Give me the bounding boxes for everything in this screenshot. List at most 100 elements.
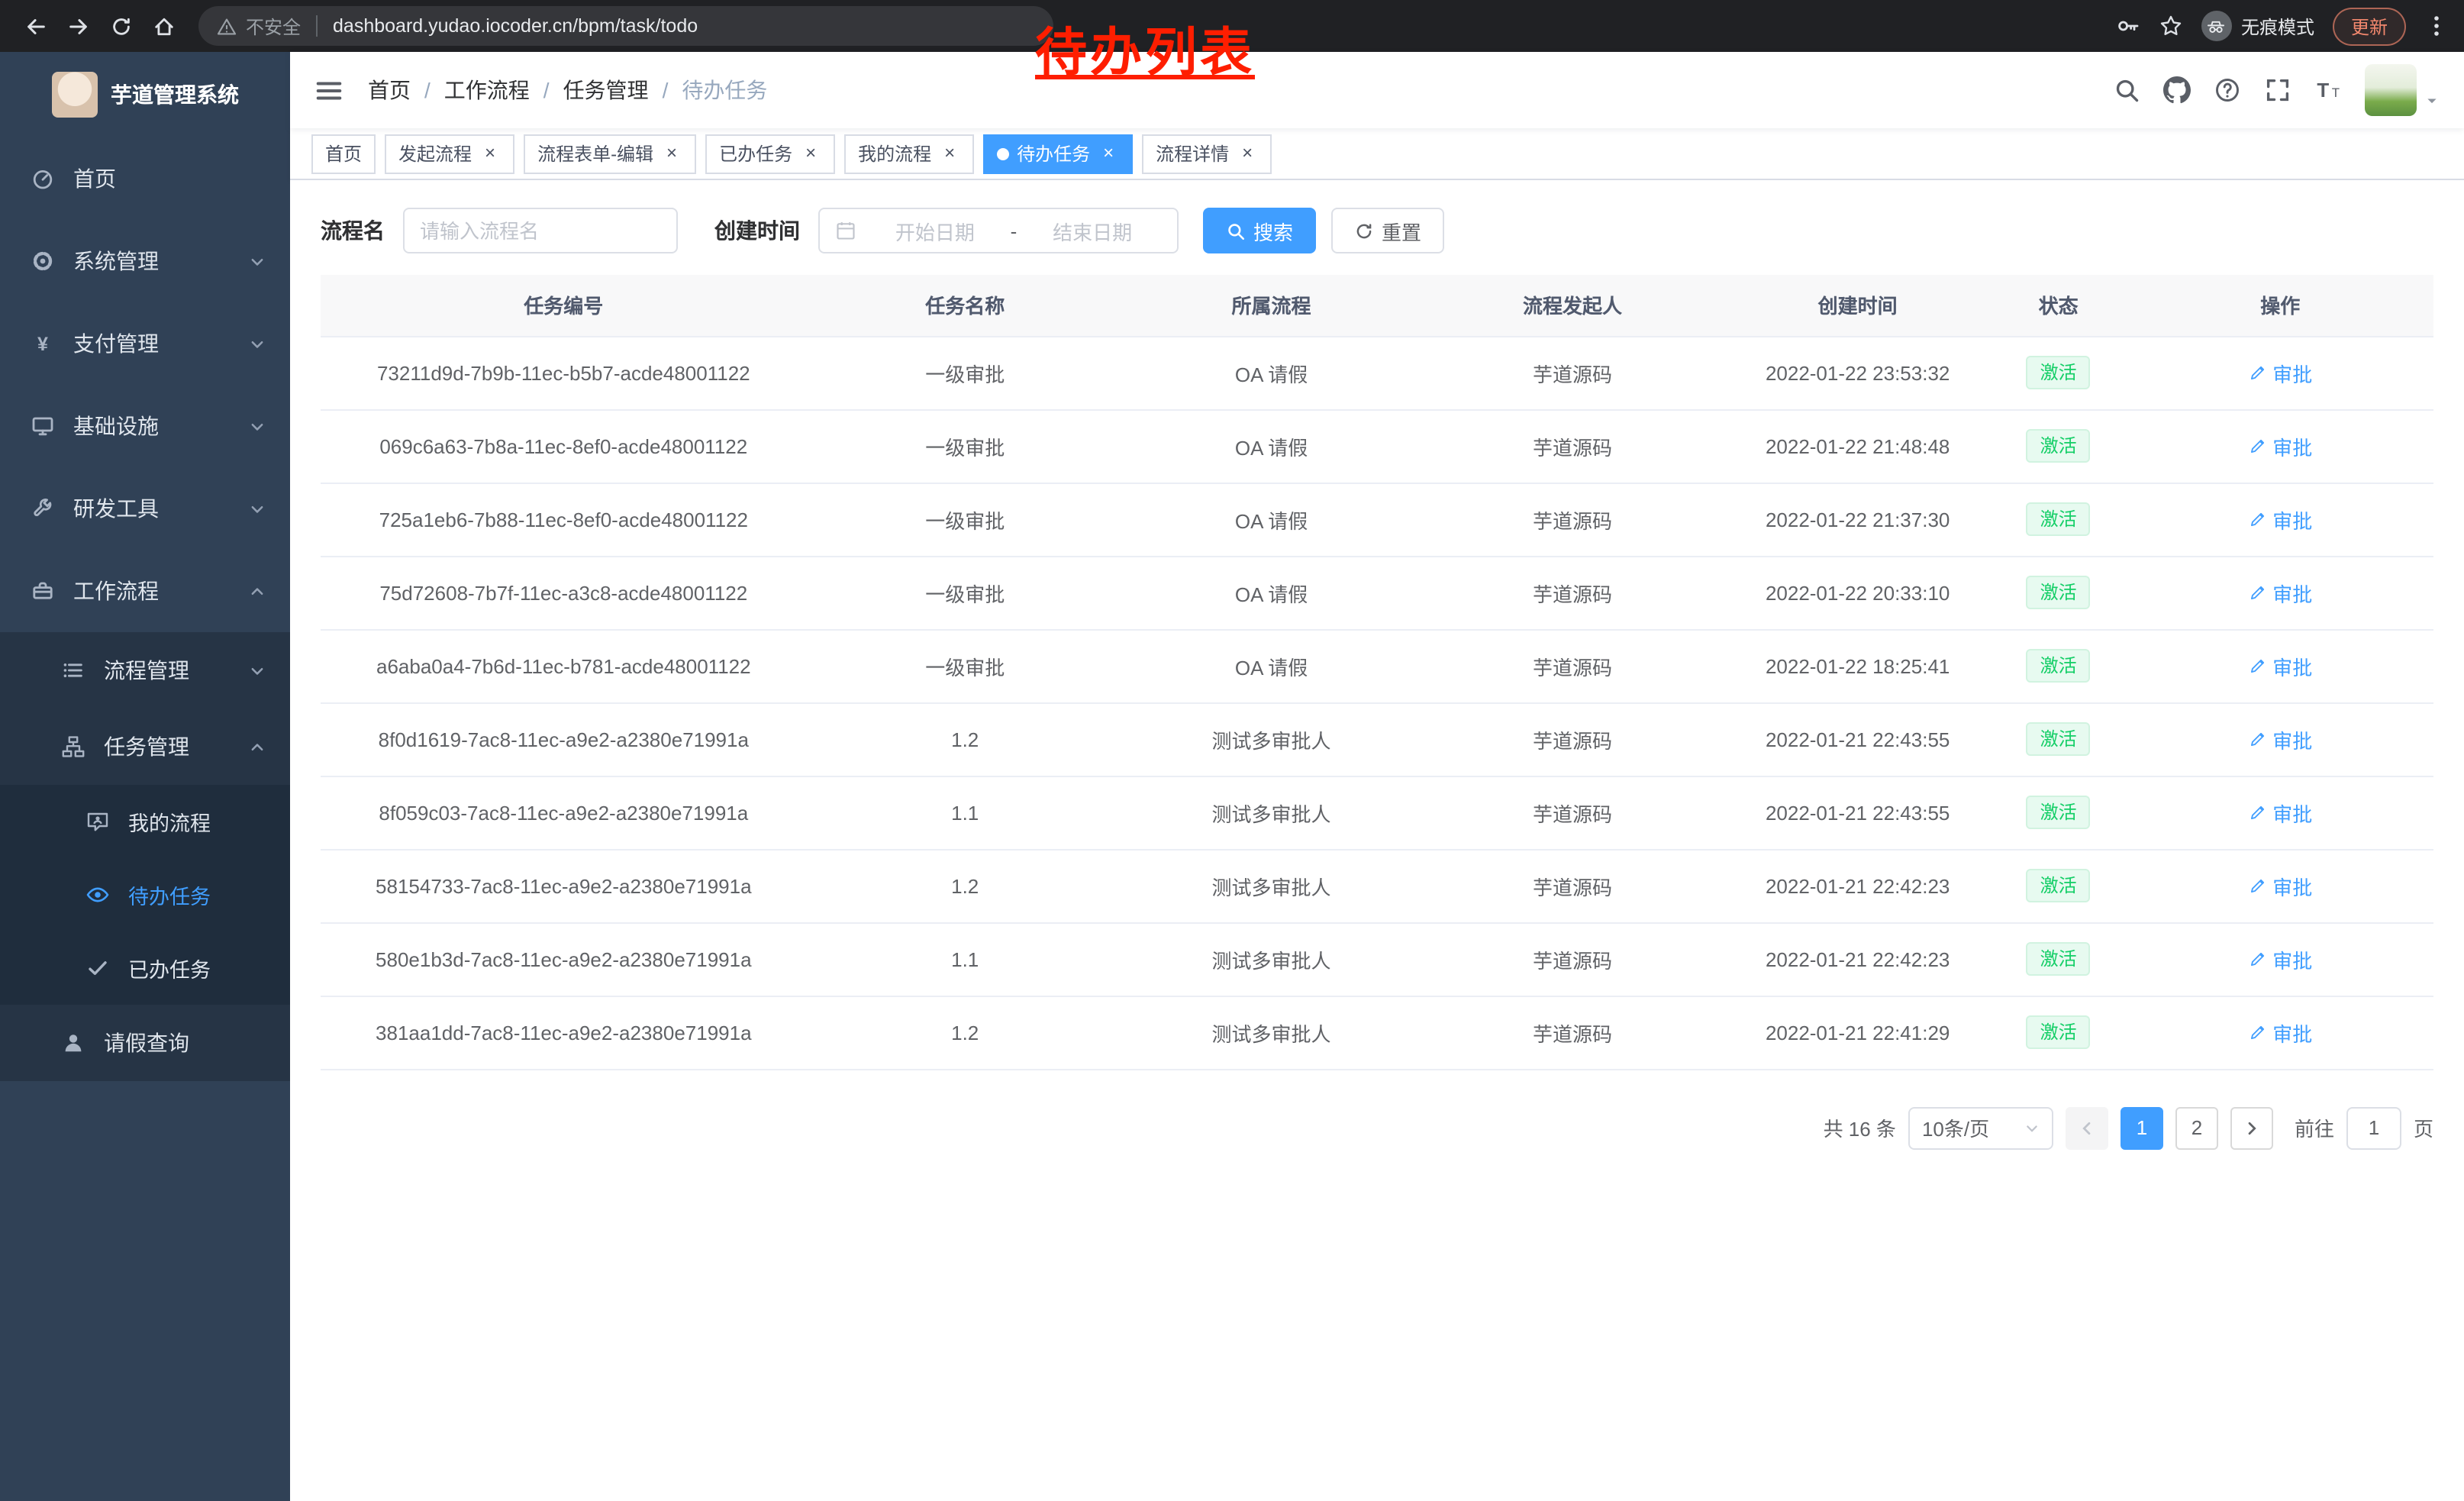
check-icon (85, 956, 110, 980)
approve-link[interactable]: 审批 (2248, 798, 2312, 827)
sidebar-item-workflow[interactable]: 工作流程 (0, 550, 290, 632)
sidebar-item-done-task[interactable]: 已办任务 (0, 931, 290, 1005)
hamburger-button[interactable] (314, 76, 343, 105)
breadcrumb-item-task-management[interactable]: 任务管理 (563, 75, 649, 105)
approve-label: 审批 (2272, 944, 2312, 973)
approve-link[interactable]: 审批 (2248, 871, 2312, 900)
close-icon[interactable]: × (479, 143, 501, 164)
search-button[interactable]: 搜索 (1203, 208, 1316, 253)
approve-link[interactable]: 审批 (2248, 578, 2312, 607)
chevron-down-icon (249, 335, 266, 352)
page-suffix-label: 页 (2414, 1113, 2433, 1142)
approve-link[interactable]: 审批 (2248, 505, 2312, 534)
top-navbar: 首页 / 工作流程 / 任务管理 / 待办任务 (290, 52, 2464, 128)
process-name-input[interactable] (403, 208, 678, 253)
page-size-value: 10条/页 (1922, 1113, 1989, 1142)
cell-initiator: 芋道源码 (1419, 849, 1725, 922)
cell-created: 2022-01-21 22:43:55 (1726, 776, 1990, 849)
table-row: a6aba0a4-7b6d-11ec-b781-acde48001122一级审批… (321, 629, 2433, 702)
cell-action: 审批 (2127, 996, 2433, 1069)
key-icon[interactable] (2116, 14, 2140, 38)
gear-icon (31, 249, 55, 273)
sidebar-item-todo-task[interactable]: 待办任务 (0, 858, 290, 931)
reset-button[interactable]: 重置 (1331, 208, 1444, 253)
close-icon[interactable]: × (661, 143, 682, 164)
edit-icon (2248, 876, 2266, 895)
date-range-picker[interactable]: 开始日期 - 结束日期 (818, 208, 1179, 253)
tab-start-process[interactable]: 发起流程× (385, 134, 514, 173)
page-number-button[interactable]: 1 (2121, 1106, 2163, 1149)
fullscreen-icon[interactable] (2264, 76, 2291, 104)
close-icon[interactable]: × (1098, 143, 1119, 164)
sidebar-item-task-management[interactable]: 任务管理 (0, 709, 290, 785)
refresh-button[interactable] (101, 6, 140, 46)
app-shell: 芋道管理系统 首页系统管理¥支付管理基础设施研发工具工作流程流程管理任务管理我的… (0, 52, 2464, 1501)
help-icon[interactable] (2214, 76, 2241, 104)
github-icon[interactable] (2163, 76, 2191, 104)
edit-icon (2248, 803, 2266, 822)
approve-link[interactable]: 审批 (2248, 725, 2312, 754)
cell-status: 激活 (1990, 556, 2127, 629)
approve-link[interactable]: 审批 (2248, 358, 2312, 387)
update-button[interactable]: 更新 (2333, 7, 2406, 45)
close-icon[interactable]: × (1237, 143, 1258, 164)
sidebar-item-payment[interactable]: ¥支付管理 (0, 302, 290, 385)
sidebar-item-my-process[interactable]: 我的流程 (0, 785, 290, 858)
page-number-button[interactable]: 2 (2175, 1106, 2218, 1149)
font-size-icon[interactable]: TT (2314, 76, 2342, 104)
incognito-badge: 无痕模式 (2201, 11, 2314, 41)
forward-button[interactable] (58, 6, 98, 46)
chrome-right-controls: 无痕模式 更新 (2116, 7, 2449, 45)
security-badge[interactable]: 不安全 (246, 13, 301, 39)
app-logo-row[interactable]: 芋道管理系统 (0, 52, 290, 137)
next-page-button[interactable] (2230, 1106, 2273, 1149)
breadcrumb-item-home[interactable]: 首页 (368, 75, 411, 105)
cell-task-id: 8f059c03-7ac8-11ec-a9e2-a2380e71991a (321, 776, 807, 849)
tab-done-task[interactable]: 已办任务× (705, 134, 835, 173)
cell-action: 审批 (2127, 702, 2433, 776)
sidebar-item-dev-tools[interactable]: 研发工具 (0, 467, 290, 550)
tab-todo-task[interactable]: 待办任务× (983, 134, 1133, 173)
sidebar-item-leave-query[interactable]: 请假查询 (0, 1005, 290, 1081)
column-header: 任务编号 (321, 275, 807, 336)
approve-link[interactable]: 审批 (2248, 651, 2312, 680)
tab-my-process[interactable]: 我的流程× (844, 134, 974, 173)
prev-page-button[interactable] (2066, 1106, 2108, 1149)
end-date-input[interactable]: 结束日期 (1023, 216, 1162, 245)
sidebar-item-process-management[interactable]: 流程管理 (0, 632, 290, 709)
table-row: 58154733-7ac8-11ec-a9e2-a2380e71991a1.2测… (321, 849, 2433, 922)
close-icon[interactable]: × (800, 143, 821, 164)
tab-form-edit[interactable]: 流程表单-编辑× (524, 134, 696, 173)
url-bar[interactable]: 不安全 dashboard.yudao.iocoder.cn/bpm/task/… (198, 6, 1053, 46)
cell-initiator: 芋道源码 (1419, 996, 1725, 1069)
status-badge: 激活 (2027, 1015, 2091, 1049)
goto-page-input[interactable] (2346, 1106, 2401, 1149)
sidebar-item-home[interactable]: 首页 (0, 137, 290, 220)
search-icon[interactable] (2113, 76, 2140, 104)
cell-task-id: 73211d9d-7b9b-11ec-b5b7-acde48001122 (321, 336, 807, 409)
avatar[interactable] (2365, 64, 2417, 116)
approve-link[interactable]: 审批 (2248, 1018, 2312, 1047)
yen-icon: ¥ (31, 331, 55, 356)
start-date-input[interactable]: 开始日期 (866, 216, 1005, 245)
approve-link[interactable]: 审批 (2248, 944, 2312, 973)
bookmark-star-icon[interactable] (2159, 14, 2183, 38)
menu-dots-icon[interactable] (2424, 14, 2449, 38)
approve-link[interactable]: 审批 (2248, 431, 2312, 460)
breadcrumb-item-workflow[interactable]: 工作流程 (444, 75, 530, 105)
sidebar-item-infrastructure[interactable]: 基础设施 (0, 385, 290, 467)
sidebar-item-system[interactable]: 系统管理 (0, 220, 290, 302)
home-button[interactable] (144, 6, 183, 46)
close-icon[interactable]: × (939, 143, 960, 164)
cell-action: 审批 (2127, 483, 2433, 556)
user-menu[interactable] (2365, 64, 2440, 116)
status-badge: 激活 (2027, 869, 2091, 902)
cell-created: 2022-01-22 21:48:48 (1726, 409, 1990, 483)
back-button[interactable] (15, 6, 55, 46)
tab-process-detail[interactable]: 流程详情× (1142, 134, 1272, 173)
tab-home[interactable]: 首页 (311, 134, 376, 173)
cell-task-id: 381aa1dd-7ac8-11ec-a9e2-a2380e71991a (321, 996, 807, 1069)
approve-label: 审批 (2272, 358, 2312, 387)
sidebar-item-label: 系统管理 (73, 246, 159, 276)
page-size-select[interactable]: 10条/页 (1908, 1106, 2053, 1149)
